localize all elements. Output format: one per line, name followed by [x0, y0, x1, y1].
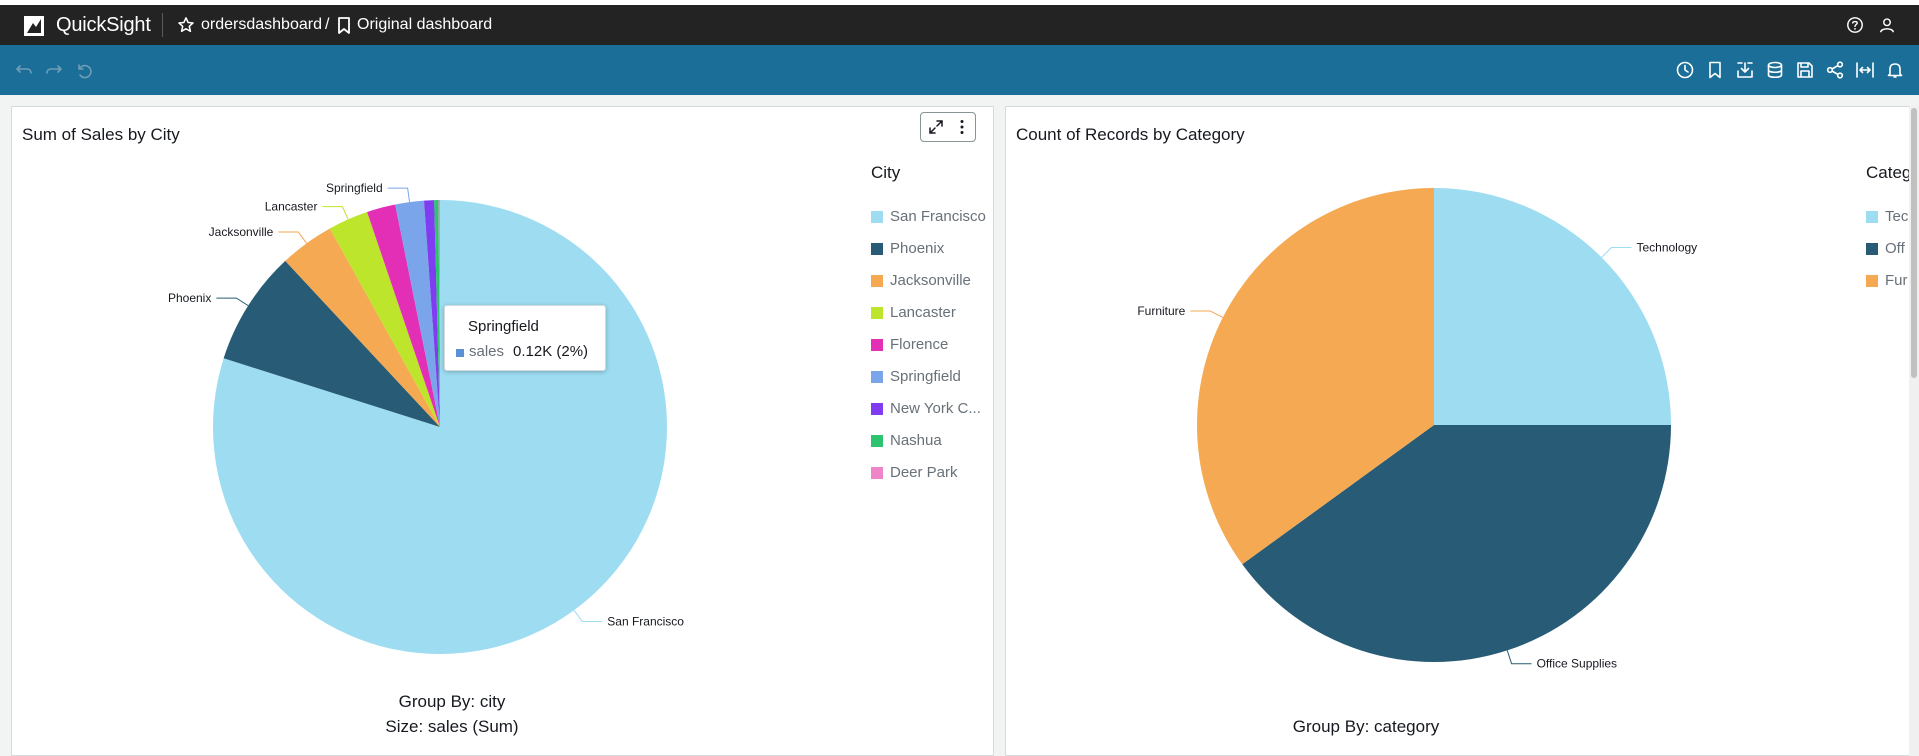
legend-swatch — [871, 275, 883, 287]
slice-label-jacksonville: Jacksonville — [209, 225, 274, 239]
legend-label: Springfield — [890, 368, 961, 385]
pie-chart-sales-by-city[interactable]: San Francisco Phoenix Jacksonville Lancaste… — [12, 107, 993, 747]
legend-swatch — [871, 371, 883, 383]
dashboard-toolbar — [0, 45, 1919, 95]
legend-swatch — [1866, 243, 1878, 255]
share-icon[interactable] — [1825, 60, 1845, 80]
leader-line-technology — [1601, 247, 1632, 258]
leader-line-furniture — [1190, 310, 1224, 318]
header-divider — [162, 13, 163, 37]
app-header: QuickSight ordersdashboard / Original da… — [0, 5, 1919, 45]
user-profile-icon[interactable] — [1878, 16, 1896, 34]
legend-label: San Francisco — [890, 208, 986, 225]
legend-swatch — [871, 467, 883, 479]
legend-label: Nashua — [890, 432, 942, 449]
tooltip-value: 0.12K (2%) — [513, 343, 589, 360]
footer-group-by: Group By: city — [398, 692, 506, 711]
footer-group-by: Group By: category — [1292, 717, 1440, 736]
favorite-star-icon[interactable] — [177, 16, 195, 34]
legend-label: Tec — [1885, 208, 1909, 225]
pie-chart-records-by-category[interactable]: Technology Office Supplies Furniture — [1006, 107, 1910, 747]
visual-records-by-category[interactable]: Count of Records by Category Technology O… — [1005, 106, 1911, 756]
legend-swatch — [1866, 211, 1878, 223]
legend-label: Fur — [1885, 272, 1908, 289]
leader-line-office-supplies — [1506, 650, 1532, 665]
history-icon[interactable] — [1675, 60, 1695, 80]
legend-label: Off — [1885, 240, 1905, 257]
slice-label-technology: Technology — [1636, 241, 1697, 255]
chart-tooltip: Springfield sales 0.12K (2%) — [444, 305, 606, 371]
tooltip-measure: sales — [469, 343, 505, 360]
legend-label: New York C... — [890, 400, 981, 417]
legend-label: Phoenix — [890, 240, 945, 257]
legend-swatch — [871, 243, 883, 255]
legend-label: Lancaster — [890, 304, 956, 321]
help-icon[interactable] — [1846, 16, 1864, 34]
legend-title: City — [871, 163, 901, 182]
breadcrumb-dashboard-name[interactable]: ordersdashboard — [201, 16, 322, 34]
breadcrumb-sheet-name[interactable]: Original dashboard — [357, 16, 492, 34]
alert-icon[interactable] — [1885, 60, 1905, 80]
slice-label-lancaster: Lancaster — [265, 200, 318, 214]
reset-icon[interactable] — [74, 60, 94, 80]
save-icon[interactable] — [1795, 60, 1815, 80]
legend-title: Categ — [1866, 163, 1912, 182]
legend-swatch — [871, 435, 883, 447]
footer-size: Size: sales (Sum) — [385, 717, 519, 736]
leader-line-jacksonville — [278, 231, 307, 244]
slice-label-springfield: Springfield — [326, 181, 383, 195]
legend-label: Deer Park — [890, 464, 958, 481]
legend-swatch — [871, 307, 883, 319]
visual-actions-menu — [920, 112, 976, 142]
slice-label-office-supplies: Office Supplies — [1537, 657, 1618, 671]
undo-icon[interactable] — [14, 60, 34, 80]
slice-label-phoenix: Phoenix — [168, 291, 211, 305]
tooltip-swatch — [456, 349, 464, 357]
brand-name[interactable]: QuickSight — [56, 14, 151, 37]
sheet-bookmark-icon — [338, 17, 350, 34]
breadcrumb-separator: / — [325, 16, 330, 33]
fit-width-icon[interactable] — [1855, 60, 1875, 80]
quicksight-logo-icon — [24, 16, 44, 36]
leader-line-san-francisco — [573, 609, 603, 623]
pie-slice-technology[interactable] — [1434, 188, 1671, 425]
legend-label: Florence — [890, 336, 949, 353]
legend-swatch — [1866, 275, 1878, 287]
tooltip-title: Springfield — [468, 318, 539, 335]
legend-label: Jacksonville — [890, 272, 971, 289]
dataset-icon[interactable] — [1765, 60, 1785, 80]
legend-swatch — [871, 339, 883, 351]
leader-line-springfield — [387, 187, 411, 203]
expand-icon[interactable] — [927, 118, 945, 136]
slice-label-san-francisco: San Francisco — [607, 615, 684, 629]
slice-label-furniture: Furniture — [1137, 304, 1185, 318]
canvas-scrollbar[interactable] — [1909, 106, 1919, 756]
more-options-icon[interactable] — [953, 118, 971, 136]
scrollbar-thumb[interactable] — [1911, 108, 1917, 378]
leader-line-phoenix — [216, 297, 249, 307]
legend-swatch — [871, 403, 883, 415]
bookmark-icon[interactable] — [1705, 60, 1725, 80]
visual-sales-by-city[interactable]: Sum of Sales by City San Francisco Phoeni… — [11, 106, 994, 756]
download-icon[interactable] — [1735, 60, 1755, 80]
legend-swatch — [871, 211, 883, 223]
leader-line-lancaster — [322, 206, 349, 220]
redo-icon[interactable] — [44, 60, 64, 80]
